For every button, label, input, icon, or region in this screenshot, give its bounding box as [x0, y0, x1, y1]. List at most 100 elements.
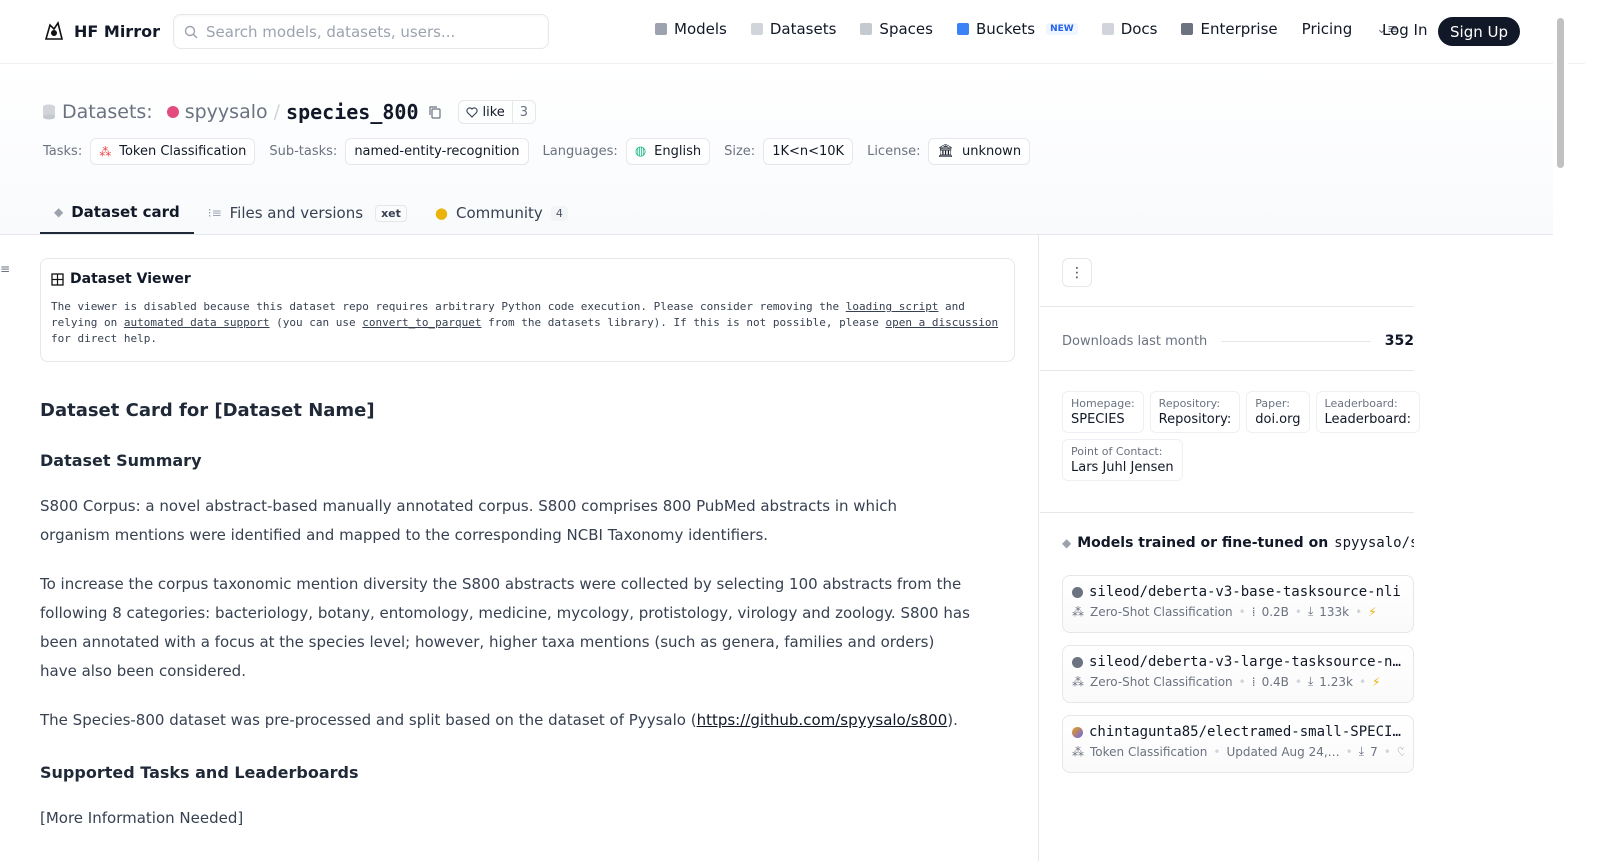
dataset-viewer-box: Dataset Viewer The viewer is disabled be… — [40, 258, 1015, 362]
dataset-name[interactable]: species_800 — [286, 100, 418, 124]
model-meta: ⁂ Zero-Shot Classification • ⁞ 0.2B • ⤓ 133k •… — [1072, 604, 1404, 619]
tab-dataset-card[interactable]: ◆ Dataset card — [40, 192, 194, 234]
download-icon: ⤓ — [1307, 674, 1314, 688]
search-icon — [184, 25, 198, 38]
model-downloads: 1.23k — [1319, 674, 1353, 689]
automated-data-support-link[interactable]: automated data support — [124, 316, 270, 329]
dataset-card-content: Dataset Card for [Dataset Name] Dataset … — [40, 400, 970, 853]
meta-value: Leaderboard: — [1324, 412, 1412, 427]
model-name-text: sileod/deberta-v3-base-tasksource-nli — [1089, 584, 1401, 600]
open-discussion-link[interactable]: open a discussion — [885, 316, 998, 329]
meta-value: Repository: — [1158, 412, 1232, 427]
lightning-icon: ⚡ — [1368, 604, 1377, 619]
separator-dot: • — [1358, 674, 1367, 689]
size-key: Size: — [724, 144, 756, 159]
tag-size[interactable]: 1K<n<10K — [763, 138, 854, 165]
separator-dot: • — [1294, 604, 1302, 619]
meta-key: Repository: — [1158, 397, 1221, 410]
search-input[interactable] — [206, 22, 526, 41]
summary-paragraph-1: S800 Corpus: a novel abstract-based manu… — [40, 497, 897, 544]
repository-box[interactable]: Repository: Repository: — [1149, 391, 1241, 433]
viewer-title: Dataset Viewer — [51, 271, 1004, 287]
summary-heading: Dataset Summary — [40, 451, 202, 470]
homepage-box[interactable]: Homepage: SPECIES — [1062, 391, 1144, 433]
spaces-icon — [860, 23, 873, 35]
meta-value: SPECIES — [1071, 412, 1125, 427]
nav-label: Spaces — [879, 20, 933, 38]
tasks-heading: Supported Tasks and Leaderboards — [40, 763, 359, 782]
heart-icon: ♡ — [1396, 744, 1404, 759]
brand-logo[interactable]: HF Mirror — [42, 19, 160, 43]
token-classification-icon: ⁂ — [99, 144, 112, 159]
like-count: 3 — [511, 101, 535, 123]
leaderboard-box[interactable]: Leaderboard: Leaderboard: — [1315, 391, 1421, 433]
scrollbar-thumb[interactable] — [1557, 18, 1564, 168]
options-menu-button[interactable]: ⋮ — [1062, 258, 1092, 287]
tag-english[interactable]: ◍ English — [625, 138, 711, 165]
model-task: Zero-Shot Classification — [1090, 674, 1233, 689]
convert-to-parquet-link[interactable]: convert_to_parquet — [362, 316, 481, 329]
nav-label: Enterprise — [1200, 20, 1278, 38]
docs-icon — [1101, 23, 1114, 35]
metadata-boxes: Homepage: SPECIES Repository: Repository: … — [1062, 391, 1422, 481]
tag-license[interactable]: 🏛 unknown — [928, 138, 1031, 165]
divider — [1040, 306, 1414, 307]
meta-value: Lars Juhl Jensen — [1071, 460, 1174, 475]
tab-label: Files and versions — [229, 204, 364, 222]
zero-shot-icon: ⁂ — [1072, 604, 1084, 619]
search-box[interactable] — [173, 14, 549, 49]
section-label: Datasets: — [62, 101, 153, 123]
institution-icon: 🏛 — [937, 144, 954, 159]
model-params: 0.4B — [1261, 674, 1289, 689]
meta-key: Leaderboard: — [1324, 397, 1398, 410]
divider — [1040, 370, 1414, 371]
paper-box[interactable]: Paper: doi.org — [1246, 391, 1310, 433]
tab-community[interactable]: ● Community 4 — [421, 192, 582, 234]
heart-icon — [466, 106, 479, 118]
model-card[interactable]: sileod/deberta-v3-large-tasksource-nli ⁂… — [1062, 645, 1414, 703]
tag-token-classification[interactable]: ⁂ Token Classification — [90, 138, 256, 165]
model-card[interactable]: chintagunta85/electramed-small-SPECIE… ⁂… — [1062, 715, 1414, 773]
kebab-icon: ⋮ — [1070, 264, 1084, 281]
contact-box[interactable]: Point of Contact: Lars Juhl Jensen — [1062, 439, 1183, 481]
meta-key: Paper: — [1255, 397, 1290, 410]
tag-label: named-entity-recognition — [354, 144, 520, 159]
like-button[interactable]: like 3 — [458, 100, 537, 124]
buckets-icon — [956, 23, 969, 35]
nav-datasets[interactable]: Datasets — [750, 20, 836, 38]
tag-ner[interactable]: named-entity-recognition — [345, 138, 529, 165]
model-task: Token Classification — [1090, 744, 1208, 759]
model-card[interactable]: sileod/deberta-v3-base-tasksource-nli ⁂ Z… — [1062, 575, 1414, 633]
repo-tabs: ◆ Dataset card ⁝≡ Files and versions xet ● C… — [40, 192, 582, 234]
viewer-title-text: Dataset Viewer — [70, 271, 191, 287]
github-link[interactable]: https://github.com/spyysalo/s800 — [697, 711, 948, 729]
tag-label: 1K<n<10K — [772, 144, 845, 159]
nav-docs[interactable]: Docs — [1101, 20, 1157, 38]
login-link[interactable]: Log In — [1382, 21, 1428, 39]
tab-files[interactable]: ⁝≡ Files and versions xet — [194, 192, 421, 234]
nav-spaces[interactable]: Spaces — [860, 20, 933, 38]
toc-toggle-icon[interactable]: ≡ — [0, 262, 10, 276]
loading-script-link[interactable]: loading script — [846, 300, 939, 313]
paragraph-text: The Species-800 dataset was pre-processe… — [40, 711, 697, 729]
model-avatar — [1072, 726, 1083, 738]
nav-buckets[interactable]: Buckets NEW — [956, 20, 1078, 38]
owner-link[interactable]: spyysalo — [185, 101, 268, 123]
tab-label: Community — [455, 204, 543, 222]
meta-value: doi.org — [1255, 412, 1301, 427]
model-name: chintagunta85/electramed-small-SPECIE… — [1072, 724, 1404, 740]
nav-models[interactable]: Models — [655, 20, 727, 38]
lightning-icon: ⚡ — [1372, 674, 1381, 689]
copy-icon[interactable] — [428, 105, 442, 119]
model-meta: ⁂ Zero-Shot Classification • ⁞ 0.4B • ⤓ 1.23k… — [1072, 674, 1404, 689]
tag-label: unknown — [961, 144, 1022, 159]
nav-pricing[interactable]: Pricing — [1302, 20, 1353, 38]
languages-key: Languages: — [542, 144, 618, 159]
separator-dot: • — [1238, 604, 1246, 619]
downloads-row: Downloads last month 352 — [1062, 333, 1414, 349]
signup-button[interactable]: Sign Up — [1438, 17, 1520, 46]
download-icon: ⤓ — [1307, 604, 1314, 618]
nav-enterprise[interactable]: Enterprise — [1181, 20, 1278, 38]
separator-dot: • — [1294, 674, 1302, 689]
meta-key: Point of Contact: — [1071, 445, 1163, 458]
